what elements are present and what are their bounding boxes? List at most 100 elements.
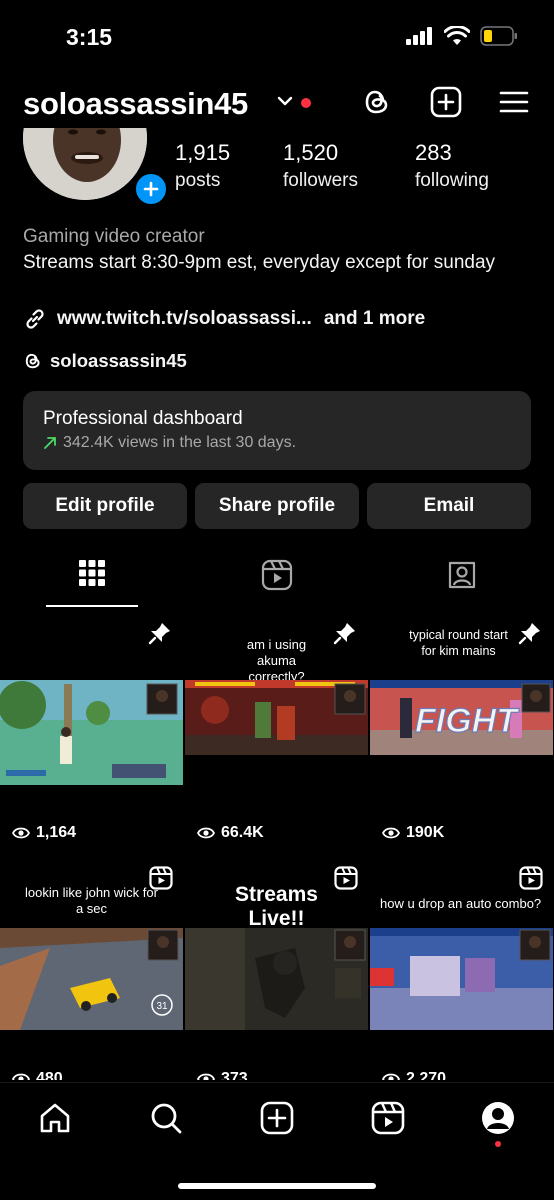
profile-icon[interactable] bbox=[481, 1101, 515, 1135]
post-views: 66.4K bbox=[197, 824, 264, 842]
post-caption-text: how u drop an auto combo? bbox=[380, 896, 542, 911]
professional-dashboard[interactable]: Professional dashboard 342.4K views in t… bbox=[23, 391, 531, 470]
username-switcher[interactable]: soloassassin45 bbox=[23, 86, 248, 122]
post-tile[interactable]: am i using akuma correctly? 66.4K bbox=[185, 610, 368, 854]
dashboard-subtitle: 342.4K views in the last 30 days. bbox=[43, 434, 511, 452]
bio-link-more[interactable]: and 1 more bbox=[324, 308, 425, 330]
threads-handle[interactable]: soloassassin45 bbox=[50, 350, 187, 372]
pin-icon bbox=[518, 623, 540, 645]
stat-following-value: 283 bbox=[415, 140, 452, 165]
post-caption: how u drop an auto combo? bbox=[370, 896, 553, 911]
add-story-button[interactable] bbox=[133, 171, 169, 207]
dashboard-title: Professional dashboard bbox=[43, 408, 243, 429]
bio-link-url[interactable]: www.twitch.tv/soloassassi... bbox=[57, 308, 312, 330]
post-views: 1,164 bbox=[12, 824, 76, 842]
post-thumbnail: FIGHT bbox=[370, 680, 553, 755]
post-thumbnail bbox=[185, 680, 368, 755]
stat-following-label: following bbox=[415, 170, 489, 191]
tab-grid[interactable] bbox=[0, 555, 184, 608]
active-tab-indicator bbox=[46, 605, 138, 607]
post-views: 373 bbox=[197, 1070, 248, 1080]
stat-following[interactable]: 283 following bbox=[415, 140, 489, 192]
email-button[interactable]: Email bbox=[367, 483, 531, 529]
post-views: 2,270 bbox=[382, 1070, 446, 1080]
bio: Gaming video creator Streams start 8:30-… bbox=[23, 224, 523, 275]
tab-tagged[interactable] bbox=[370, 555, 554, 608]
bio-category: Gaming video creator bbox=[23, 226, 205, 247]
post-views-count: 1,164 bbox=[36, 824, 77, 841]
post-thumbnail: 31 bbox=[0, 928, 183, 1030]
link-icon bbox=[26, 309, 44, 329]
profile-header: soloassassin45 bbox=[0, 80, 554, 128]
dashboard-views: 342.4K views in the last 30 days. bbox=[63, 434, 297, 451]
zoom-readout: 31 bbox=[156, 1001, 168, 1012]
eye-icon bbox=[197, 1073, 215, 1080]
post-tile[interactable]: lookin like john wick for a sec 31 480 bbox=[0, 856, 183, 1080]
menu-icon[interactable] bbox=[498, 86, 530, 118]
pin-icon bbox=[333, 623, 355, 645]
reels-icon bbox=[261, 559, 293, 591]
status-bar: 3:15 bbox=[0, 0, 554, 72]
trend-up-icon bbox=[44, 437, 56, 449]
post-views: 190K bbox=[382, 824, 444, 842]
plus-icon bbox=[143, 181, 159, 197]
reels-icon[interactable] bbox=[371, 1101, 405, 1135]
post-views: 480 bbox=[12, 1070, 63, 1080]
post-tile[interactable]: Streams Live!! 373 bbox=[185, 856, 368, 1080]
stat-posts-value: 1,915 bbox=[175, 140, 231, 165]
create-post-icon[interactable] bbox=[430, 86, 462, 118]
post-thumbnail bbox=[185, 928, 368, 1030]
post-views-count: 480 bbox=[36, 1070, 63, 1080]
threads-icon bbox=[25, 353, 40, 369]
home-icon[interactable] bbox=[38, 1101, 72, 1135]
avatar-container[interactable] bbox=[23, 128, 169, 208]
post-thumbnail bbox=[370, 928, 553, 1030]
reel-icon bbox=[149, 866, 173, 890]
stat-followers-label: followers bbox=[283, 170, 358, 191]
search-icon[interactable] bbox=[149, 1101, 183, 1135]
pin-icon bbox=[148, 623, 170, 645]
post-caption: Streams Live!! bbox=[235, 883, 318, 930]
stat-followers-value: 1,520 bbox=[283, 140, 339, 165]
stat-followers[interactable]: 1,520 followers bbox=[283, 140, 358, 192]
signal-icon bbox=[406, 27, 432, 45]
wifi-icon bbox=[444, 26, 470, 45]
post-thumbnail bbox=[0, 680, 183, 785]
grid-icon bbox=[79, 560, 105, 586]
battery-icon bbox=[480, 26, 517, 46]
post-views-count: 2,270 bbox=[406, 1070, 447, 1080]
eye-icon bbox=[382, 827, 400, 839]
fight-overlay-text: FIGHT bbox=[415, 702, 520, 740]
status-time: 3:15 bbox=[66, 24, 113, 50]
bio-link[interactable]: www.twitch.tv/soloassassi... and 1 more bbox=[23, 307, 425, 331]
eye-icon bbox=[197, 827, 215, 839]
edit-profile-button[interactable]: Edit profile bbox=[23, 483, 187, 529]
tab-reels[interactable] bbox=[185, 555, 369, 608]
post-views-count: 190K bbox=[406, 824, 445, 841]
profile-notification-dot bbox=[495, 1141, 501, 1147]
posts-grid: 1,164 am i using akuma correctly? 66.4K bbox=[0, 610, 554, 1080]
create-icon[interactable] bbox=[260, 1101, 294, 1135]
eye-icon bbox=[12, 1073, 30, 1080]
home-indicator[interactable] bbox=[178, 1183, 376, 1189]
tagged-icon bbox=[448, 561, 476, 589]
reel-icon bbox=[334, 866, 358, 890]
threads-icon[interactable] bbox=[361, 86, 393, 118]
profile-tabs bbox=[0, 555, 554, 608]
post-views-count: 66.4K bbox=[221, 824, 264, 841]
post-tile[interactable]: 1,164 bbox=[0, 610, 183, 854]
post-tile[interactable]: how u drop an auto combo? 2,270 bbox=[370, 856, 553, 1080]
share-profile-button[interactable]: Share profile bbox=[195, 483, 359, 529]
chevron-down-icon[interactable] bbox=[276, 94, 294, 108]
reel-icon bbox=[519, 866, 543, 890]
avatar[interactable] bbox=[23, 128, 147, 200]
stat-posts-label: posts bbox=[175, 170, 221, 191]
stat-posts[interactable]: 1,915 posts bbox=[175, 140, 230, 192]
post-tile[interactable]: typical round start for kim mains FIGHT … bbox=[370, 610, 553, 854]
notification-dot bbox=[301, 98, 311, 108]
threads-badge[interactable]: soloassassin45 bbox=[23, 350, 187, 372]
status-icons bbox=[406, 26, 518, 46]
bio-text: Streams start 8:30-9pm est, everyday exc… bbox=[23, 251, 496, 273]
eye-icon bbox=[12, 827, 30, 839]
post-views-count: 373 bbox=[221, 1070, 248, 1080]
